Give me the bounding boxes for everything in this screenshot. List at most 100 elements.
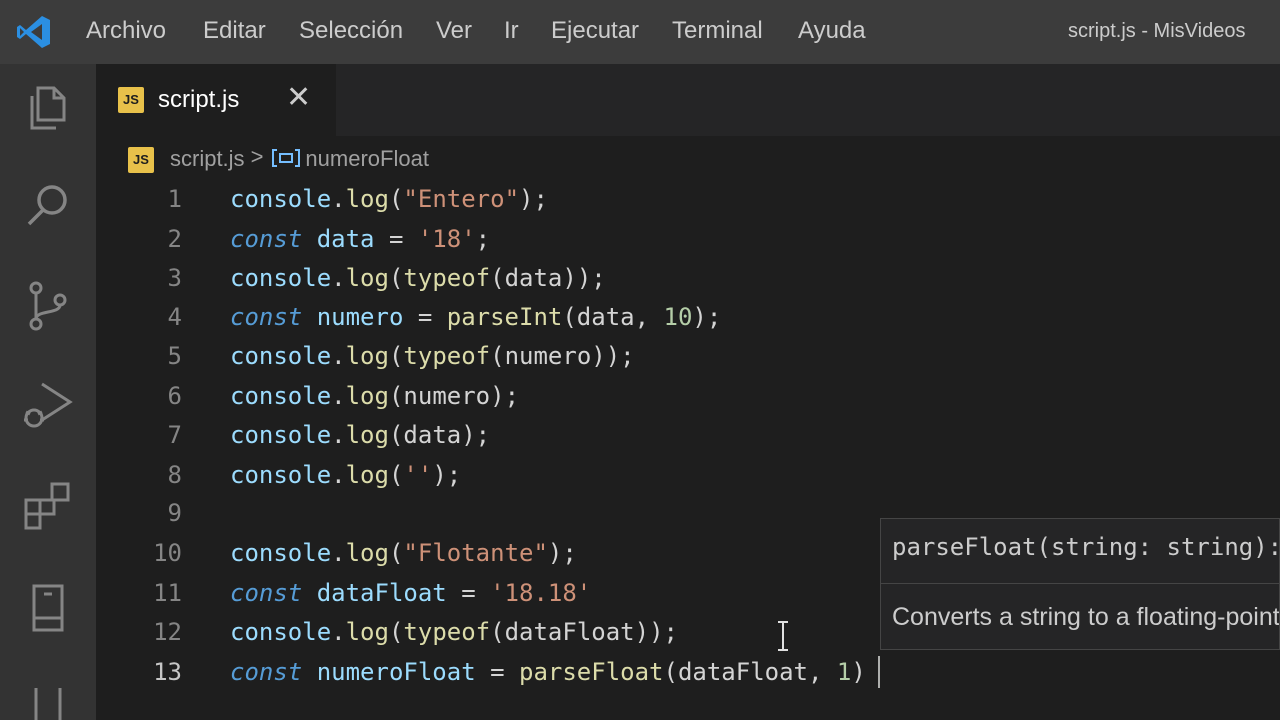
line-number: 2	[167, 225, 182, 253]
code-token: );	[432, 461, 462, 489]
code-token: (numero);	[388, 382, 520, 410]
code-line[interactable]: 5 console.log(typeof(numero));	[96, 339, 1280, 379]
code-token: "Flotante"	[403, 539, 548, 567]
code-token: data	[302, 225, 389, 253]
code-token: (data,	[562, 303, 664, 331]
code-token: (	[388, 461, 404, 489]
code-token: log	[345, 421, 389, 449]
code-text: console.log(typeof(dataFloat));	[230, 615, 678, 649]
line-number: 1	[167, 185, 182, 213]
ibeam-cursor-icon	[778, 621, 788, 651]
activity-bar	[0, 64, 96, 720]
menu-editar[interactable]: Editar	[203, 17, 266, 45]
line-number: 10	[153, 539, 182, 567]
menu-ver[interactable]: Ver	[436, 17, 472, 45]
code-token: 10	[663, 303, 693, 331]
close-icon[interactable]: ✕	[286, 82, 311, 114]
code-text: console.log(typeof(numero));	[230, 339, 635, 373]
code-line[interactable]: 6 console.log(numero);	[96, 379, 1280, 419]
code-token: .	[331, 618, 346, 646]
code-token: ;	[475, 225, 491, 253]
code-token: typeof	[403, 264, 491, 292]
window-title: script.js - MisVideos	[1068, 20, 1246, 42]
code-line[interactable]: 2 const data = '18';	[96, 222, 1280, 262]
code-token: typeof	[403, 618, 491, 646]
code-token: const	[230, 303, 303, 331]
title-bar: Archivo Editar Selección Ver Ir Ejecutar…	[0, 0, 1280, 64]
breadcrumb-file[interactable]: script.js	[170, 146, 245, 172]
code-text: console.log("Flotante");	[230, 536, 577, 570]
code-line[interactable]: 7 console.log(data);	[96, 418, 1280, 458]
code-token: numero	[302, 303, 418, 331]
variable-symbol-icon	[272, 149, 301, 167]
menu-seleccion[interactable]: Selección	[299, 17, 403, 45]
menu-ayuda[interactable]: Ayuda	[798, 17, 866, 45]
code-token: console	[230, 421, 332, 449]
code-token: )	[851, 658, 866, 686]
code-token: (	[388, 539, 404, 567]
hover-tooltip: parseFloat(string: string): number Conve…	[880, 518, 1280, 650]
code-token: .	[331, 264, 346, 292]
code-token: log	[345, 185, 389, 213]
line-number: 6	[167, 382, 182, 410]
code-token: typeof	[403, 342, 491, 370]
code-line[interactable]: 8 console.log('');	[96, 458, 1280, 498]
code-text: console.log("Entero");	[230, 182, 548, 216]
remote-explorer-icon[interactable]	[20, 580, 76, 636]
code-token: console	[230, 185, 332, 213]
code-token: );	[519, 185, 548, 213]
explorer-icon[interactable]	[20, 80, 76, 136]
testing-icon[interactable]	[20, 678, 76, 720]
code-token: (	[388, 618, 404, 646]
vscode-logo-icon	[17, 16, 50, 48]
extensions-icon[interactable]	[20, 478, 76, 534]
code-token: .	[331, 461, 346, 489]
code-line[interactable]: 13 const numeroFloat = parseFloat(dataFlo…	[96, 655, 1280, 695]
code-line[interactable]: 4 const numero = parseInt(data, 10);	[96, 300, 1280, 340]
code-token: .	[331, 382, 346, 410]
code-token: '18.18'	[490, 579, 592, 607]
code-text: const numeroFloat = parseFloat(dataFloat…	[230, 655, 866, 689]
line-number: 7	[167, 421, 182, 449]
menu-ir[interactable]: Ir	[504, 17, 519, 45]
code-text: console.log(data);	[230, 418, 490, 452]
line-number: 13	[153, 658, 182, 686]
line-number: 11	[153, 579, 182, 607]
tab-script-js[interactable]: JS script.js ✕	[96, 64, 336, 136]
menu-archivo[interactable]: Archivo	[86, 17, 166, 45]
code-token: =	[461, 579, 476, 607]
code-text: const data = '18';	[230, 222, 490, 256]
code-token: console	[230, 461, 332, 489]
run-debug-icon[interactable]	[20, 376, 76, 432]
tab-bar: JS script.js ✕	[96, 64, 1280, 136]
breadcrumb-symbol[interactable]: numeroFloat	[305, 146, 429, 172]
search-icon[interactable]	[20, 178, 76, 234]
code-token: log	[345, 461, 389, 489]
code-token: =	[490, 658, 505, 686]
code-token: '18'	[417, 225, 476, 253]
code-line[interactable]: 1 console.log("Entero");	[96, 182, 1280, 222]
code-token: );	[692, 303, 722, 331]
code-text: const numero = parseInt(data, 10);	[230, 300, 721, 334]
code-token: numeroFloat	[302, 658, 491, 686]
breadcrumb-separator: >	[250, 144, 264, 169]
code-token: "Entero"	[403, 185, 520, 213]
code-token: .	[331, 539, 346, 567]
code-token: parseFloat	[519, 658, 664, 686]
line-number: 5	[167, 342, 182, 370]
line-number: 3	[167, 264, 182, 292]
hover-description: Converts a string to a floating-point nu…	[892, 603, 1280, 631]
code-line[interactable]: 3 console.log(typeof(data));	[96, 261, 1280, 301]
code-token: (	[388, 264, 404, 292]
code-token: (numero));	[490, 342, 635, 370]
source-control-icon[interactable]	[20, 278, 76, 334]
menu-terminal[interactable]: Terminal	[672, 17, 763, 45]
text-cursor	[878, 656, 880, 688]
menu-ejecutar[interactable]: Ejecutar	[551, 17, 639, 45]
code-token: (data));	[490, 264, 606, 292]
code-text: const dataFloat = '18.18'	[230, 576, 591, 610]
code-token: const	[230, 225, 303, 253]
code-token: .	[331, 185, 346, 213]
